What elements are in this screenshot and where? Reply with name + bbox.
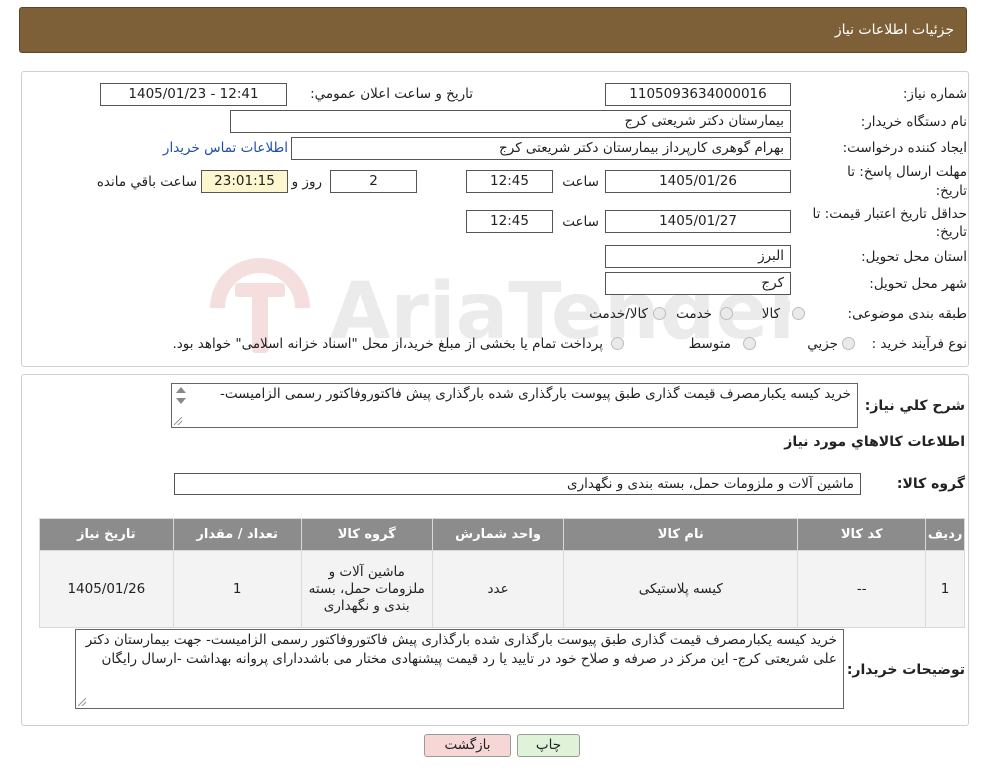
city-field: کرج (605, 272, 791, 295)
need-number-field: 1105093634000016 (605, 83, 791, 106)
summary-text: خرید کیسه یکبارمصرف قیمت گذاری طبق پیوست… (220, 386, 851, 402)
province-label: استان محل تحویل: (861, 249, 967, 265)
cell-qty: 1 (172, 550, 302, 628)
process-radio-partial[interactable] (842, 337, 855, 350)
col-name-header: نام کالا (563, 518, 799, 551)
summary-textarea[interactable]: خرید کیسه یکبارمصرف قیمت گذاری طبق پیوست… (171, 383, 858, 428)
summary-label: شرح كلي نياز: (864, 398, 965, 414)
category-option-service: خدمت (676, 306, 712, 322)
cell-group: ماشین آلات و ملزومات حمل، بسته بندی و نگ… (300, 550, 433, 628)
process-radio-treasury[interactable] (611, 337, 624, 350)
price-validity-label-2: تاریخ: (935, 224, 967, 240)
buyer-notes-label: توضیحات خریدار: (846, 662, 965, 678)
reply-deadline-label-2: تاریخ: (935, 183, 967, 199)
page-header: جزئیات اطلاعات نیاز (19, 7, 967, 53)
price-validity-label: حداقل تاریخ اعتبار قیمت: تا (812, 206, 967, 222)
price-validity-time-field: 12:45 (466, 210, 553, 233)
cell-unit: عدد (431, 550, 565, 628)
cell-row: 1 (925, 550, 965, 628)
category-radio-goods[interactable] (792, 307, 805, 320)
days-label: روز و (291, 174, 322, 190)
process-radio-medium[interactable] (743, 337, 756, 350)
scroll-down-icon[interactable] (176, 398, 186, 404)
reply-time-label: ساعت (562, 174, 599, 190)
col-qty-header: تعداد / مقدار (172, 518, 302, 551)
goods-group-label: گروه كالا: (896, 476, 965, 492)
scroll-up-icon[interactable] (176, 387, 186, 393)
price-validity-date-field: 1405/01/27 (605, 210, 791, 233)
need-number-label: شماره نیاز: (902, 86, 967, 102)
resize-grip-icon[interactable] (174, 417, 182, 425)
cell-name: کیسه پلاستیکی (563, 550, 799, 628)
reply-date-field: 1405/01/26 (605, 170, 791, 193)
announce-datetime-field: 1405/01/23 - 12:41 (100, 83, 287, 106)
buyer-contact-link[interactable]: اطلاعات تماس خریدار (163, 140, 288, 156)
col-group-header: گروه کالا (300, 518, 433, 551)
category-radio-service[interactable] (720, 307, 733, 320)
goods-section-title: اطلاعات كالاهاي مورد نياز (784, 434, 965, 450)
requester-label: ایجاد کننده درخواست: (842, 140, 967, 156)
print-button[interactable]: چاپ (517, 734, 580, 757)
category-radio-goods-service[interactable] (653, 307, 666, 320)
goods-group-field: ماشین آلات و ملزومات حمل، بسته بندی و نگ… (174, 473, 861, 495)
buyer-org-label: نام دستگاه خریدار: (860, 114, 967, 130)
buyer-notes-text: خرید کیسه یکبارمصرف قیمت گذاری طبق پیوست… (85, 632, 837, 667)
process-label: نوع فرآیند خرید : (871, 336, 967, 352)
goods-table-header-row: ردیف کد کالا نام کالا واحد شمارش گروه کا… (39, 518, 965, 551)
back-button[interactable]: بازگشت (424, 734, 511, 757)
announce-label: تاریخ و ساعت اعلان عمومي: (310, 86, 473, 102)
reply-deadline-label: مهلت ارسال پاسخ: تا (847, 164, 967, 180)
city-label: شهر محل تحویل: (869, 276, 967, 292)
price-validity-time-label: ساعت (562, 214, 599, 230)
col-code-header: کد کالا (797, 518, 927, 551)
remaining-time-label: ساعت باقي مانده (96, 174, 197, 190)
goods-table: ردیف کد کالا نام کالا واحد شمارش گروه کا… (39, 518, 965, 628)
col-row-header: ردیف (925, 518, 965, 551)
buyer-org-field: بیمارستان دکتر شریعتی کرج (230, 110, 791, 133)
requester-field: بهرام گوهری کارپرداز بیمارستان دکتر شریع… (291, 137, 791, 160)
province-field: البرز (605, 245, 791, 268)
col-unit-header: واحد شمارش (431, 518, 565, 551)
category-option-goods: کالا (761, 306, 780, 322)
process-option-medium: متوسط (688, 336, 731, 352)
resize-grip-icon[interactable] (78, 698, 86, 706)
process-option-partial: جزيي (807, 336, 838, 352)
buyer-notes-textarea[interactable]: خرید کیسه یکبارمصرف قیمت گذاری طبق پیوست… (75, 629, 844, 709)
summary-scrollbar[interactable] (173, 385, 188, 411)
remaining-time-field: 23:01:15 (201, 170, 288, 193)
process-note: پرداخت تمام یا بخشی از مبلغ خرید،از محل … (172, 336, 603, 352)
cell-code: -- (797, 550, 927, 628)
reply-time-field: 12:45 (466, 170, 553, 193)
category-option-goods-service: کالا/خدمت (589, 306, 648, 322)
category-label: طبقه بندی موضوعی: (847, 306, 967, 322)
remaining-days-field: 2 (330, 170, 417, 193)
cell-date: 1405/01/26 (39, 550, 174, 628)
page-title: جزئیات اطلاعات نیاز (834, 22, 954, 38)
col-date-header: تاریخ نیاز (39, 518, 174, 551)
table-row: 1 -- کیسه پلاستیکی عدد ماشین آلات و ملزو… (39, 550, 965, 628)
